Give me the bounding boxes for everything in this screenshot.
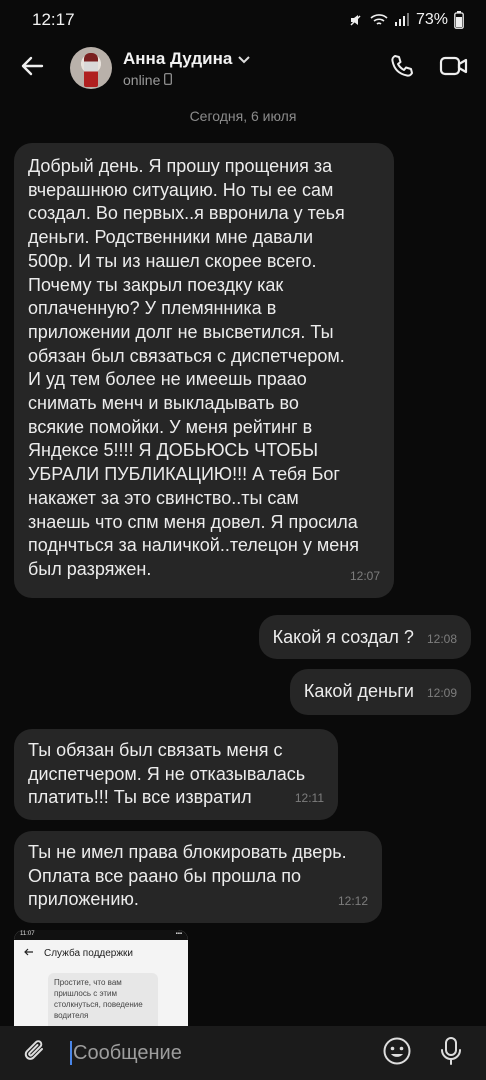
message-line: знаешь что спм меня довел. Я просила [28, 511, 358, 532]
mobile-device-icon [164, 72, 173, 88]
message-time: 12:08 [426, 632, 457, 646]
message-line: снимать менч и выкладывать во [28, 393, 299, 414]
message-line: Яндексе 5!!!! Я ДОБЬЮСЬ ЧТОБЫ [28, 440, 319, 461]
status-time: 12:17 [32, 10, 75, 29]
status-icons: 73% [348, 11, 464, 29]
message-line: Оплата все раано бы прошла по [28, 865, 302, 886]
signal-icon [394, 13, 410, 27]
contact-name: Анна Дудина [123, 48, 233, 68]
message-line: приложению. [28, 889, 139, 910]
message-input-placeholder: Сообщение [73, 1041, 182, 1064]
mute-icon [348, 12, 364, 28]
message-line: обязан был связаться с диспетчером. [28, 345, 345, 366]
battery-icon [454, 11, 464, 29]
message-line: приложении долг не высветился. Ты [28, 321, 334, 342]
message-time: 12:12 [337, 894, 368, 909]
message-line: УБРАЛИ ПУБЛИКАЦИЮ!!! А тебя Бог [28, 464, 340, 485]
attach-button[interactable] [0, 1038, 70, 1069]
battery-percent: 73% [415, 11, 448, 28]
call-button[interactable] [376, 42, 428, 94]
message-line: всякие помойки. У меня рейтинг в [28, 416, 313, 437]
emoji-icon [382, 1036, 412, 1071]
message-line: деньги. Родственники мне давали [28, 227, 314, 248]
message-line: поднчться за наличкой..телецон у меня [28, 535, 359, 556]
chat-header: Анна Дудина online [0, 40, 486, 96]
message-bubble-outgoing[interactable]: Какой деньги 12:09 [289, 669, 471, 715]
message-text: Ты не имел права блокировать дверь. Опла… [28, 841, 368, 912]
message-line: вчерашнюю ситуацию. Но ты ее сам [28, 179, 334, 200]
attachment-status-time: 11:07 [20, 931, 35, 937]
image-attachment[interactable]: 11:07 ▪▪▪ Служба поддержки Простите, что… [14, 930, 188, 1026]
message-bubble-outgoing[interactable]: Какой я создал ? 12:08 [258, 615, 471, 659]
emoji-button[interactable] [370, 1036, 424, 1071]
voice-message-button[interactable] [424, 1036, 478, 1071]
attachment-title: Служба поддержки [44, 948, 134, 959]
message-line: И уд тем более не имеешь прaао [28, 369, 307, 390]
text-caret [70, 1041, 72, 1065]
attachment-title-row: Служба поддержки [14, 940, 188, 959]
message-line: был разряжен. [28, 558, 152, 579]
attachment-bubble: Простите, что вам пришлось с этим столкн… [48, 973, 158, 1026]
date-separator: Сегодня, 6 июля [189, 108, 297, 124]
message-bubble-incoming[interactable]: Добрый день. Я прошу прощения за вчерашн… [14, 143, 394, 598]
message-bubble-incoming[interactable]: Ты не имел права блокировать дверь. Опла… [14, 831, 382, 923]
message-text: Какой деньги [303, 681, 414, 701]
video-call-button[interactable] [428, 42, 480, 94]
message-line: 500р. И ты из нашел скорее всего. [28, 250, 317, 271]
message-text: Ты обязан был связать меня с диспетчером… [28, 739, 324, 810]
message-line: платить!!! Ты все извратил [28, 787, 252, 808]
message-line: оплаченную? У племянника в [28, 298, 277, 319]
message-input[interactable]: Сообщение [70, 1041, 370, 1065]
message-composer: Сообщение [0, 1026, 486, 1080]
microphone-icon [440, 1036, 462, 1071]
message-line: Почему ты закрыл поездку как [28, 274, 284, 295]
message-line: Добрый день. Я прошу прощения за [28, 156, 333, 176]
message-text: Какой я создал ? [272, 627, 414, 647]
message-bubble-incoming[interactable]: Ты обязан был связать меня с диспетчером… [14, 729, 338, 820]
attachment-status-icons: ▪▪▪ [175, 931, 182, 937]
attachment-status-bar: 11:07 ▪▪▪ [14, 930, 188, 940]
chevron-down-icon [238, 49, 251, 69]
message-time: 12:09 [426, 686, 457, 700]
message-line: Ты не имел права блокировать дверь. [28, 842, 347, 862]
message-line: диспетчером. Я не отказывалась [28, 763, 306, 784]
back-arrow-icon [20, 56, 44, 81]
message-line: Ты обязан был связать меня с [28, 740, 283, 760]
message-line: создал. Во первых..я вврoнила у теья [28, 203, 345, 224]
attachment-back-arrow-icon [24, 948, 34, 959]
wifi-icon [370, 13, 388, 27]
contact-info[interactable]: Анна Дудина online [123, 49, 376, 88]
message-text: Добрый день. Я прошу прощения за вчерашн… [28, 153, 380, 582]
message-line: накажет за это свинство..ты сам [28, 487, 299, 508]
avatar[interactable] [70, 47, 112, 89]
back-button[interactable] [0, 40, 64, 96]
phone-icon [389, 53, 415, 84]
message-time: 12:07 [349, 569, 380, 584]
status-bar: 12:17 73% [0, 0, 486, 40]
paperclip-icon [23, 1038, 47, 1069]
presence-status: online [123, 71, 161, 88]
message-time: 12:11 [294, 791, 324, 806]
video-call-icon [439, 55, 469, 82]
